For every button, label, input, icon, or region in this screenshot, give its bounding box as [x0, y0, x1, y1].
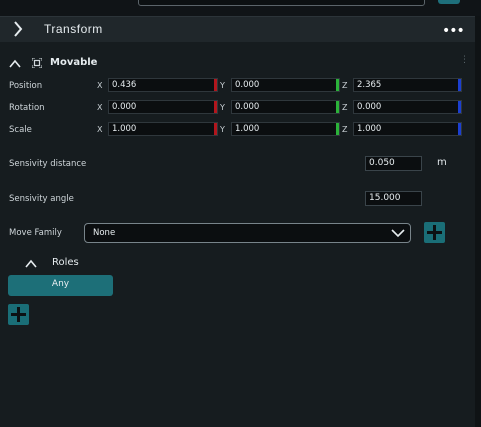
kebab-menu-icon[interactable]: ⋮: [460, 56, 469, 65]
add-role-button[interactable]: [8, 304, 29, 325]
roles-title: Roles: [52, 257, 79, 268]
plus-icon: [427, 225, 442, 240]
position-y-axis-label: Y: [220, 81, 225, 90]
position-z-field[interactable]: 2.365: [353, 78, 462, 92]
component-title: Movable: [50, 57, 98, 68]
y-axis-bar: [336, 79, 339, 91]
y-axis-bar: [336, 123, 339, 135]
rotation-z-field[interactable]: 0.000: [353, 100, 462, 114]
top-field[interactable]: [138, 0, 425, 6]
chevron-up-icon[interactable]: [9, 59, 21, 69]
rotation-y-value: 0.000: [235, 102, 260, 112]
position-x-value: 0.436: [112, 80, 137, 90]
move-family-selected: None: [93, 228, 116, 238]
move-family-select[interactable]: None: [84, 223, 411, 243]
more-options-icon[interactable]: •••: [442, 23, 465, 39]
z-axis-bar: [458, 123, 461, 135]
scale-y-axis-label: Y: [220, 125, 225, 134]
scrollbar[interactable]: [475, 16, 481, 427]
rotation-z-axis-label: Z: [342, 103, 348, 112]
position-z-value: 2.365: [357, 80, 382, 90]
rotation-x-value: 0.000: [112, 102, 137, 112]
y-axis-bar: [336, 101, 339, 113]
sensitivity-distance-unit: m: [437, 157, 447, 168]
position-y-field[interactable]: 0.000: [231, 78, 340, 92]
sensitivity-distance-value: 0.050: [369, 158, 395, 168]
rotation-y-field[interactable]: 0.000: [231, 100, 340, 114]
scale-x-axis-label: X: [97, 125, 103, 134]
scale-x-value: 1.000: [112, 124, 137, 134]
position-label: Position: [9, 81, 43, 91]
scale-y-value: 1.000: [235, 124, 260, 134]
scale-z-field[interactable]: 1.000: [353, 122, 462, 136]
sensitivity-angle-input[interactable]: 15.000: [365, 191, 422, 206]
sensitivity-angle-value: 15.000: [369, 193, 401, 203]
move-family-label: Move Family: [9, 228, 62, 238]
move-handle-icon: [32, 58, 42, 68]
rotation-x-field[interactable]: 0.000: [108, 100, 218, 114]
plus-icon: [11, 307, 26, 322]
position-y-value: 0.000: [235, 80, 260, 90]
scale-z-axis-label: Z: [342, 125, 348, 134]
x-axis-bar: [214, 79, 217, 91]
x-axis-bar: [214, 101, 217, 113]
rotation-label: Rotation: [9, 103, 45, 113]
scale-y-field[interactable]: 1.000: [231, 122, 340, 136]
top-button[interactable]: [438, 0, 460, 4]
sensitivity-distance-input[interactable]: 0.050: [365, 156, 422, 171]
position-z-axis-label: Z: [342, 81, 348, 90]
z-axis-bar: [458, 79, 461, 91]
scale-z-value: 1.000: [357, 124, 382, 134]
add-move-family-button[interactable]: [424, 222, 445, 243]
roles-collapse-icon[interactable]: [25, 259, 37, 269]
scale-label: Scale: [9, 125, 32, 135]
chevron-down-icon: [391, 229, 405, 238]
rotation-x-axis-label: X: [97, 103, 103, 112]
rotation-y-axis-label: Y: [220, 103, 225, 112]
scale-x-field[interactable]: 1.000: [108, 122, 218, 136]
transform-section-header[interactable]: Transform •••: [0, 16, 475, 43]
z-axis-bar: [458, 101, 461, 113]
x-axis-bar: [214, 123, 217, 135]
position-x-field[interactable]: 0.436: [108, 78, 218, 92]
sensitivity-angle-label: Sensivity angle: [9, 194, 74, 204]
role-any-label: Any: [51, 279, 70, 289]
rotation-z-value: 0.000: [357, 102, 382, 112]
chevron-right-icon[interactable]: [13, 21, 23, 37]
section-title: Transform: [44, 22, 103, 36]
role-any-button[interactable]: Any: [8, 275, 113, 296]
sensitivity-distance-label: Sensivity distance: [9, 159, 87, 169]
position-x-axis-label: X: [97, 81, 103, 90]
